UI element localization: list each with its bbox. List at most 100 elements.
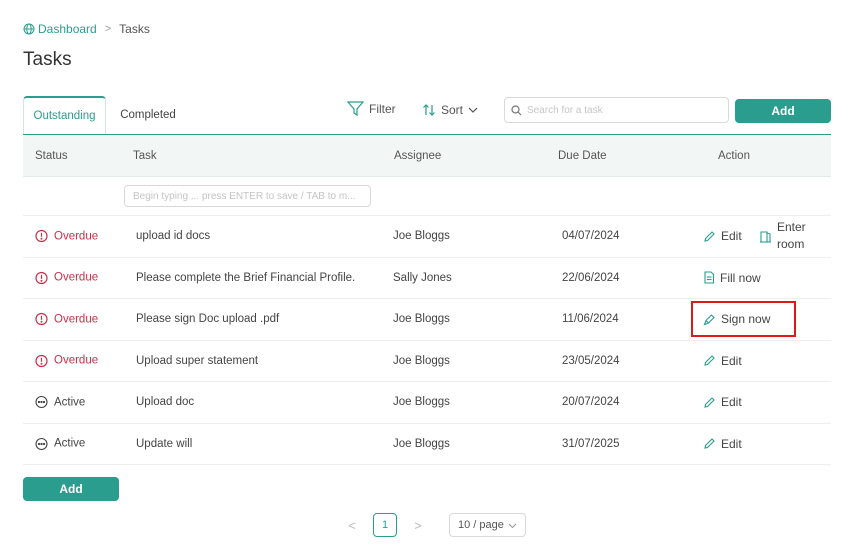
- door-icon: [760, 231, 771, 243]
- search-box: [504, 97, 729, 123]
- task-title[interactable]: upload id docs: [136, 230, 210, 242]
- status-label: Active: [54, 437, 86, 450]
- pen-icon: [703, 313, 715, 326]
- status-badge: Overdue: [35, 271, 98, 284]
- edit-action[interactable]: Edit: [703, 437, 742, 451]
- column-task: Task: [133, 150, 157, 162]
- tasks-table: Status Task Assignee Due Date Action Ove…: [23, 134, 831, 465]
- task-title[interactable]: Upload doc: [136, 396, 194, 408]
- edit-action[interactable]: Edit: [703, 395, 742, 409]
- assignee: Sally Jones: [393, 271, 452, 284]
- page-title: Tasks: [23, 49, 72, 70]
- status-label: Overdue: [54, 230, 99, 243]
- new-task-row: [23, 177, 831, 216]
- filter-button[interactable]: Filter: [347, 101, 396, 116]
- due-date: 22/06/2024: [562, 271, 620, 284]
- more-circle-icon: [35, 437, 48, 450]
- page-size-label: 10 / page: [458, 519, 504, 531]
- breadcrumb-dashboard-label: Dashboard: [38, 22, 97, 36]
- pagination: < 1 > 10 / page: [343, 513, 526, 537]
- column-status: Status: [35, 150, 68, 162]
- chevron-down-icon: [508, 523, 517, 528]
- alert-circle-icon: [35, 313, 48, 326]
- pencil-icon: [704, 230, 715, 242]
- table-row: Overdue Upload super statement Joe Blogg…: [23, 341, 831, 382]
- add-task-button[interactable]: Add: [735, 99, 831, 123]
- action-label: Edit: [721, 229, 742, 244]
- task-tabs: Outstanding Completed: [23, 96, 190, 134]
- assignee: Joe Bloggs: [393, 354, 450, 367]
- due-date: 31/07/2025: [562, 437, 620, 450]
- alert-circle-icon: [35, 271, 48, 284]
- action-label: Sign now: [721, 312, 771, 327]
- table-row: Overdue Please complete the Brief Financ…: [23, 258, 831, 299]
- status-label: Active: [54, 396, 86, 409]
- status-badge: Active: [35, 396, 85, 409]
- filter-label: Filter: [369, 101, 396, 116]
- due-date: 11/06/2024: [562, 313, 619, 326]
- assignee: Joe Bloggs: [393, 230, 450, 243]
- column-action: Action: [718, 150, 750, 162]
- table-row: Active Upload doc Joe Bloggs 20/07/2024 …: [23, 382, 831, 424]
- page-1-button[interactable]: 1: [373, 513, 397, 537]
- action-label: Enter room: [777, 220, 806, 252]
- assignee: Joe Bloggs: [393, 437, 450, 450]
- table-row: Overdue Please sign Doc upload .pdf Joe …: [23, 299, 831, 341]
- prev-page-button[interactable]: <: [343, 518, 361, 533]
- table-row: Overdue upload id docs Joe Bloggs 04/07/…: [23, 216, 831, 258]
- status-badge: Overdue: [35, 313, 98, 326]
- alert-circle-icon: [35, 354, 48, 367]
- breadcrumb-dashboard-link[interactable]: Dashboard: [23, 22, 97, 36]
- globe-icon: [23, 23, 35, 35]
- sort-label: Sort: [441, 103, 464, 117]
- more-circle-icon: [35, 396, 48, 409]
- action-label: Edit: [721, 395, 742, 410]
- enter-room-action[interactable]: Enter room: [759, 219, 817, 253]
- assignee: Joe Bloggs: [393, 313, 450, 326]
- edit-action[interactable]: Edit: [703, 229, 742, 243]
- alert-circle-icon: [35, 230, 48, 243]
- table-row: Active Update will Joe Bloggs 31/07/2025…: [23, 424, 831, 465]
- add-task-bottom-button[interactable]: Add: [23, 477, 119, 501]
- new-task-input[interactable]: [124, 185, 371, 207]
- status-label: Overdue: [54, 313, 99, 326]
- edit-action[interactable]: Edit: [703, 354, 742, 368]
- assignee: Joe Bloggs: [393, 396, 450, 409]
- search-icon: [511, 104, 522, 115]
- pencil-icon: [704, 355, 715, 366]
- filter-icon: [347, 101, 364, 116]
- sign-now-action[interactable]: Sign now: [703, 312, 770, 326]
- chevron-down-icon: [468, 107, 478, 113]
- status-badge: Overdue: [35, 230, 98, 243]
- form-icon: [704, 271, 715, 284]
- breadcrumb-separator: >: [104, 23, 112, 35]
- tab-completed[interactable]: Completed: [106, 96, 190, 134]
- task-title[interactable]: Upload super statement: [136, 355, 258, 367]
- task-title[interactable]: Update will: [136, 438, 192, 450]
- sort-button[interactable]: Sort: [422, 103, 478, 117]
- fill-now-action[interactable]: Fill now: [703, 271, 761, 285]
- sort-icon: [423, 104, 435, 116]
- due-date: 20/07/2024: [562, 396, 620, 409]
- next-page-button[interactable]: >: [409, 518, 427, 533]
- status-label: Overdue: [54, 271, 99, 284]
- action-label: Fill now: [720, 270, 761, 285]
- action-label: Edit: [721, 436, 742, 451]
- pencil-icon: [704, 438, 715, 449]
- due-date: 04/07/2024: [562, 230, 620, 243]
- table-header: Status Task Assignee Due Date Action: [23, 134, 831, 177]
- breadcrumb-current: Tasks: [119, 22, 150, 36]
- pencil-icon: [704, 396, 715, 408]
- tab-outstanding[interactable]: Outstanding: [23, 96, 106, 134]
- status-badge: Overdue: [35, 354, 98, 367]
- breadcrumb: Dashboard > Tasks: [23, 22, 150, 36]
- search-input[interactable]: [527, 104, 717, 116]
- page-size-select[interactable]: 10 / page: [449, 513, 526, 537]
- column-due-date: Due Date: [558, 150, 607, 162]
- status-badge: Active: [35, 437, 85, 450]
- task-title[interactable]: Please sign Doc upload .pdf: [136, 313, 279, 325]
- due-date: 23/05/2024: [562, 354, 620, 367]
- action-label: Edit: [721, 353, 742, 368]
- status-label: Overdue: [54, 354, 99, 367]
- task-title[interactable]: Please complete the Brief Financial Prof…: [136, 272, 355, 284]
